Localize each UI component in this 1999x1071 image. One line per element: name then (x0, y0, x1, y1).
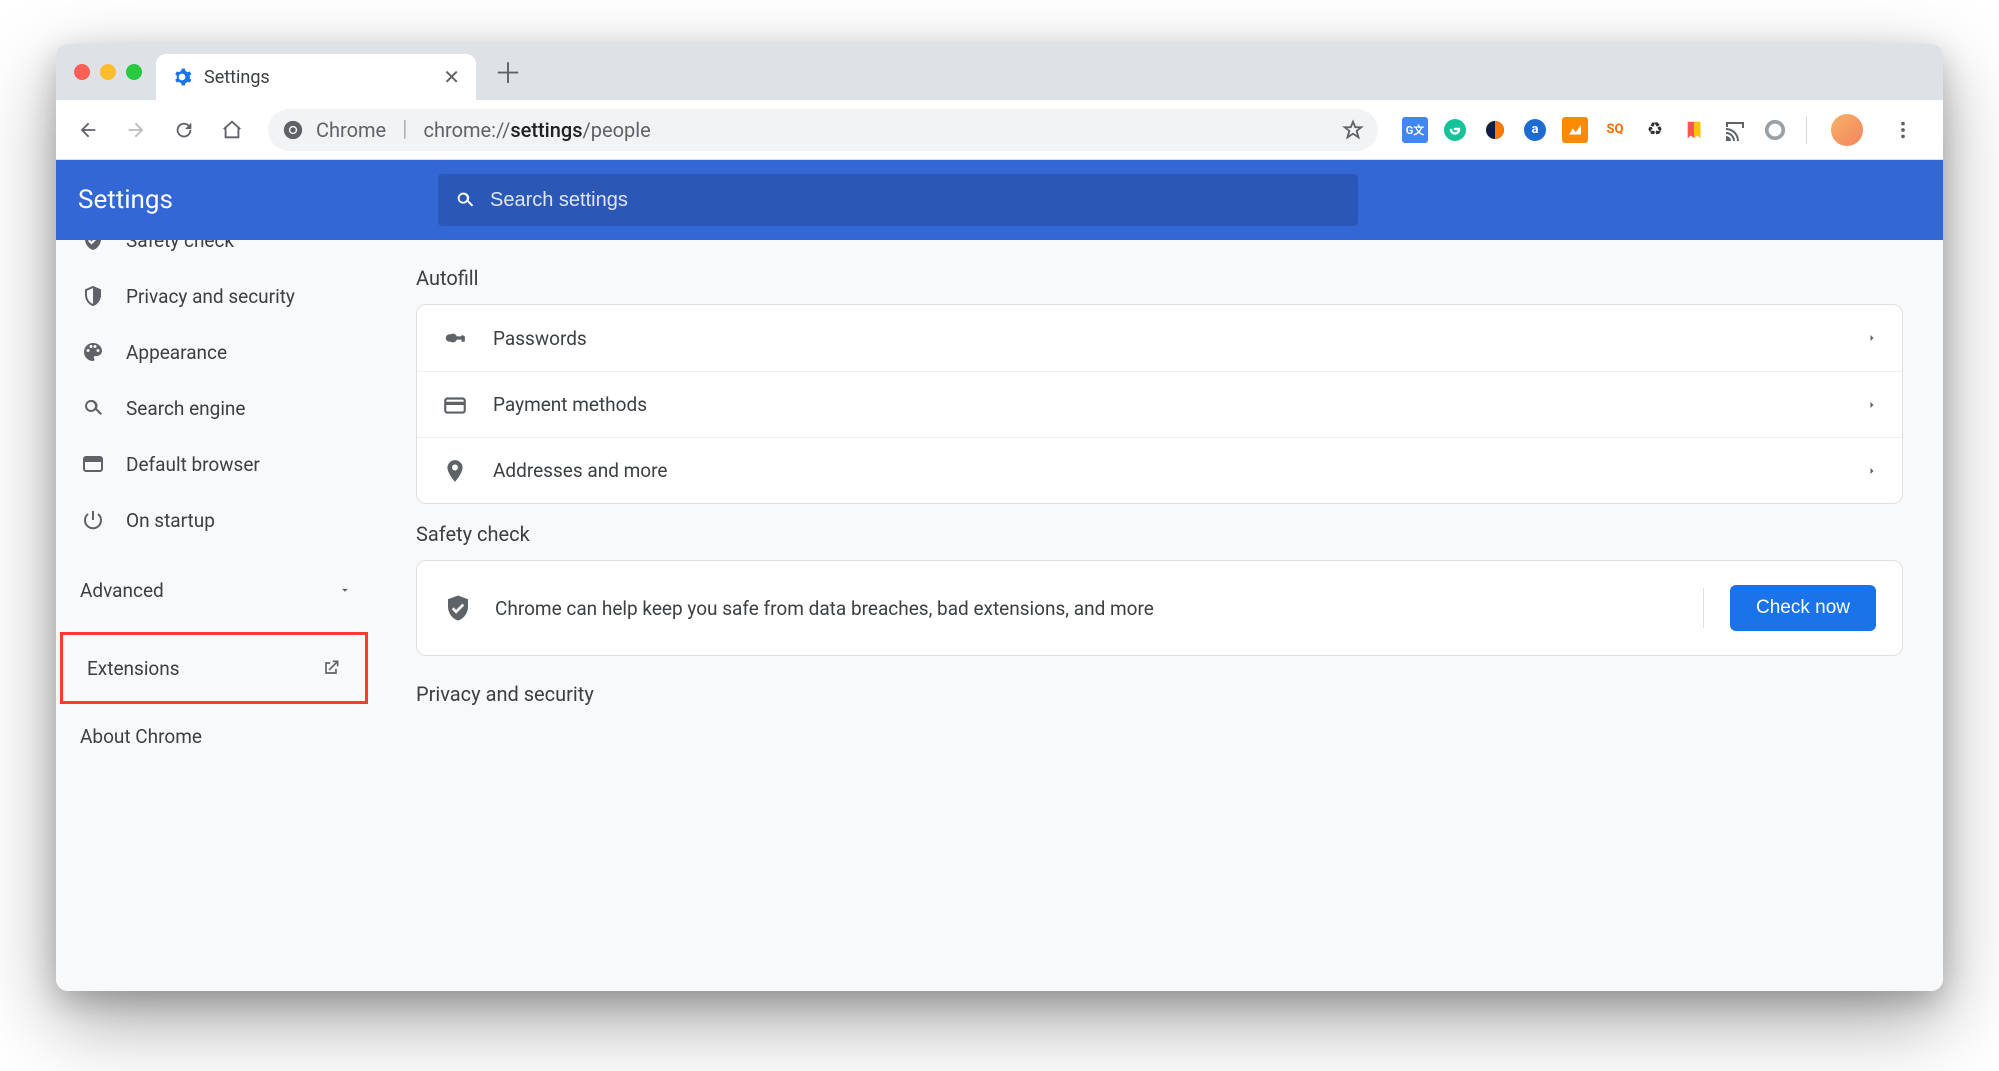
section-title-privacy: Privacy and security (416, 682, 1903, 706)
settings-body: Safety check Privacy and security Appear… (56, 240, 1943, 991)
chevron-right-icon (1866, 332, 1878, 344)
gear-icon (172, 67, 192, 87)
safety-message: Chrome can help keep you safe from data … (495, 597, 1671, 620)
shield-check-icon (80, 240, 106, 253)
chevron-right-icon (1866, 465, 1878, 477)
autofill-card: Passwords Payment methods Addresses and … (416, 304, 1903, 504)
extension-grammarly-icon[interactable] (1442, 117, 1468, 143)
forward-button[interactable] (116, 110, 156, 150)
browser-tab[interactable]: Settings ✕ (156, 54, 476, 100)
url-product-label: Chrome (316, 118, 386, 142)
sidebar-item-privacy[interactable]: Privacy and security (56, 268, 376, 324)
bookmark-star-icon[interactable] (1342, 119, 1364, 141)
sidebar-advanced-label: Advanced (80, 579, 164, 602)
page-title: Settings (78, 185, 418, 215)
credit-card-icon (441, 391, 469, 419)
back-button[interactable] (68, 110, 108, 150)
sidebar-bottom: Extensions About Chrome (56, 632, 376, 764)
chevron-right-icon (1866, 399, 1878, 411)
chevron-down-icon (338, 583, 352, 597)
search-input[interactable] (490, 189, 1342, 212)
url-text: chrome://settings/people (424, 118, 651, 142)
sidebar-item-search-engine[interactable]: Search engine (56, 380, 376, 436)
safety-check-card: Chrome can help keep you safe from data … (416, 560, 1903, 656)
reload-button[interactable] (164, 110, 204, 150)
address-bar[interactable]: Chrome | chrome://settings/people (268, 109, 1378, 151)
tab-strip: Settings ✕ ＋ (56, 44, 1943, 100)
check-now-button[interactable]: Check now (1730, 585, 1876, 631)
chrome-icon (282, 119, 304, 141)
settings-search[interactable] (438, 174, 1358, 226)
close-tab-icon[interactable]: ✕ (443, 65, 460, 89)
extension-icons: G文 a SQ ♻ (1394, 110, 1931, 150)
power-icon (80, 507, 106, 533)
settings-header: Settings (56, 160, 1943, 240)
autofill-row-addresses[interactable]: Addresses and more (417, 437, 1902, 503)
extension-translate-icon[interactable]: G文 (1402, 117, 1428, 143)
card-divider (1703, 588, 1704, 628)
maximize-window-button[interactable] (126, 64, 142, 80)
extension-bookmark-icon[interactable] (1682, 117, 1708, 143)
sidebar-item-label: Safety check (126, 240, 234, 252)
settings-sidebar: Safety check Privacy and security Appear… (56, 240, 376, 991)
sidebar-item-label: Privacy and security (126, 285, 295, 308)
extension-cast-icon[interactable] (1722, 117, 1748, 143)
autofill-row-payment[interactable]: Payment methods (417, 371, 1902, 437)
menu-button[interactable] (1883, 110, 1923, 150)
browser-toolbar: Chrome | chrome://settings/people G文 a S… (56, 100, 1943, 160)
new-tab-button[interactable]: ＋ (494, 52, 522, 92)
sidebar-item-default-browser[interactable]: Default browser (56, 436, 376, 492)
sidebar-extensions-label: Extensions (87, 657, 180, 680)
extension-analytics-icon[interactable] (1562, 117, 1588, 143)
sidebar-item-extensions[interactable]: Extensions (60, 632, 368, 704)
svg-text:a: a (1532, 122, 1539, 137)
profile-avatar[interactable] (1831, 114, 1863, 146)
search-icon (454, 189, 476, 211)
extension-amazon-icon[interactable]: a (1522, 117, 1548, 143)
sidebar-item-label: On startup (126, 509, 215, 532)
row-label: Addresses and more (493, 459, 1842, 482)
row-label: Payment methods (493, 393, 1842, 416)
shield-icon (80, 283, 106, 309)
autofill-row-passwords[interactable]: Passwords (417, 305, 1902, 371)
magnifier-icon (80, 395, 106, 421)
home-button[interactable] (212, 110, 252, 150)
sidebar-item-safety-check[interactable]: Safety check (56, 240, 376, 268)
sidebar-item-about[interactable]: About Chrome (56, 708, 376, 764)
window-controls (74, 64, 142, 80)
open-in-new-icon (321, 658, 341, 678)
sidebar-item-on-startup[interactable]: On startup (56, 492, 376, 548)
settings-main: Autofill Passwords Payment methods (376, 240, 1943, 991)
extension-recycle-icon[interactable]: ♻ (1642, 117, 1668, 143)
sidebar-advanced-toggle[interactable]: Advanced (56, 562, 376, 618)
url-host: settings (510, 118, 582, 142)
section-title-safety: Safety check (416, 522, 1903, 546)
url-scheme: chrome:// (424, 118, 511, 142)
browser-window-icon (80, 451, 106, 477)
row-label: Passwords (493, 327, 1842, 350)
toolbar-separator (1806, 116, 1807, 144)
minimize-window-button[interactable] (100, 64, 116, 80)
section-title-autofill: Autofill (416, 266, 1903, 290)
browser-window: Settings ✕ ＋ Chrome (56, 44, 1943, 991)
sidebar-item-label: Search engine (126, 397, 246, 420)
shield-check-icon (443, 593, 473, 623)
sidebar-about-label: About Chrome (80, 725, 202, 748)
url-path: /people (583, 118, 651, 142)
sidebar-item-appearance[interactable]: Appearance (56, 324, 376, 380)
sidebar-item-label: Default browser (126, 453, 260, 476)
url-separator: | (402, 117, 407, 142)
key-icon (441, 324, 469, 352)
close-window-button[interactable] (74, 64, 90, 80)
tab-title: Settings (204, 67, 431, 88)
extension-circle-icon[interactable] (1762, 117, 1788, 143)
sidebar-item-label: Appearance (126, 341, 227, 364)
extension-seoquake-icon[interactable]: SQ (1602, 117, 1628, 143)
palette-icon (80, 339, 106, 365)
location-pin-icon (441, 457, 469, 485)
extension-similarweb-icon[interactable] (1482, 117, 1508, 143)
